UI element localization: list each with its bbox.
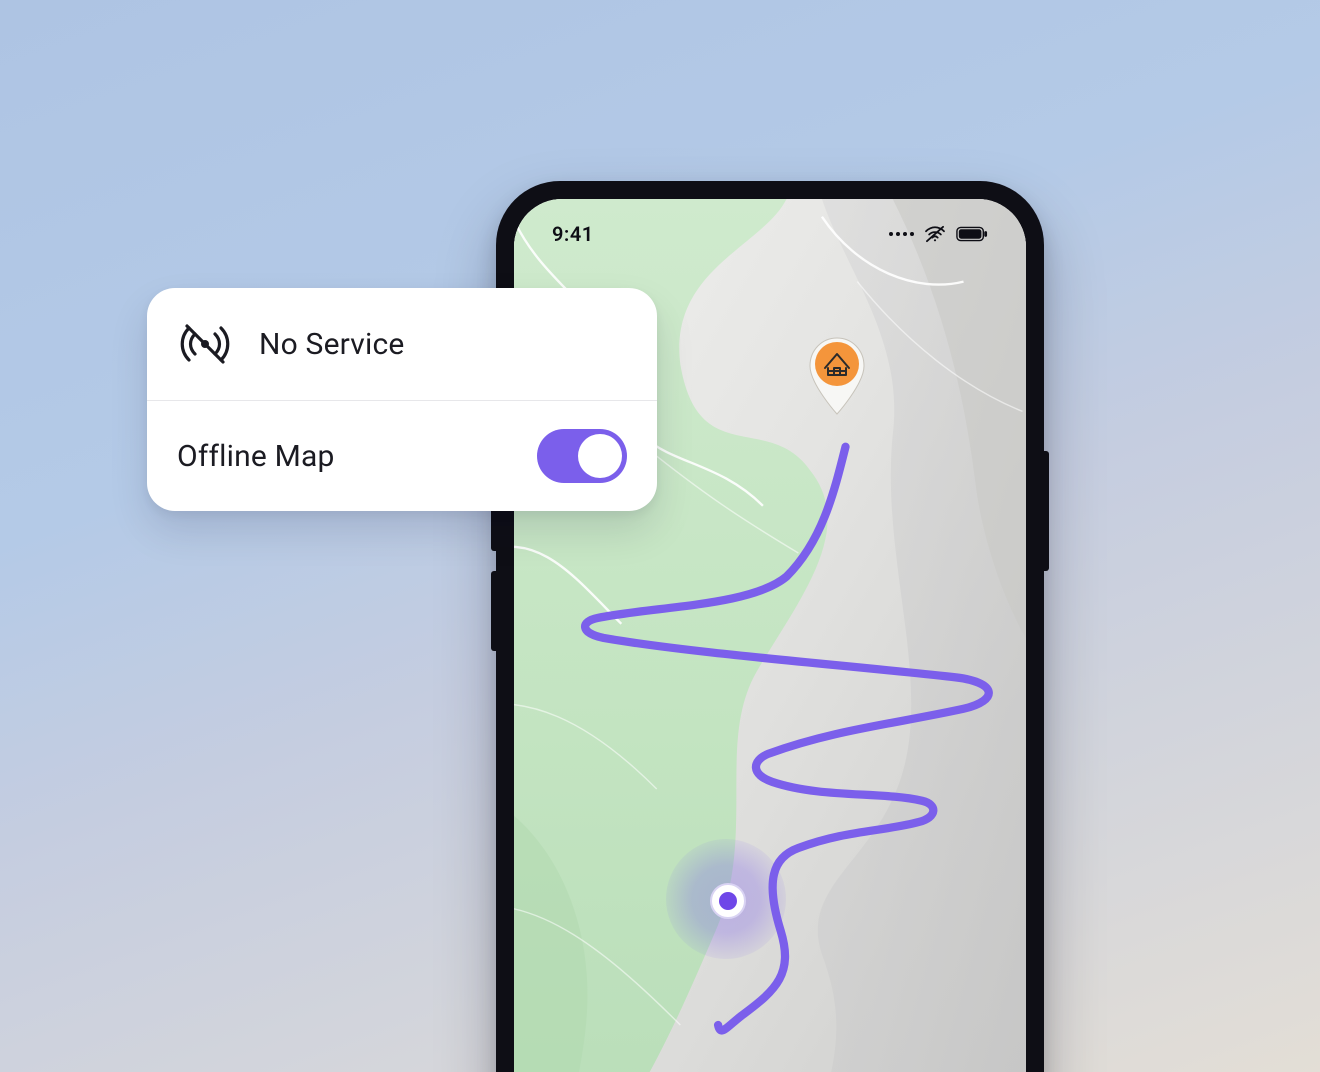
toggle-knob [578,434,622,478]
cellular-signal-icon [889,232,914,236]
destination-pin[interactable] [804,334,870,416]
status-bar: 9:41 [514,199,1026,269]
no-service-label: No Service [259,327,627,362]
connectivity-card: No Service Offline Map [147,288,657,511]
no-signal-icon [177,316,233,372]
wifi-off-icon [924,225,946,243]
status-right [889,225,988,243]
battery-icon [956,226,988,242]
current-location-dot[interactable] [710,883,746,919]
power-button [1043,451,1049,571]
offline-map-row: Offline Map [147,400,657,511]
volume-down-button [491,571,497,651]
offline-map-toggle[interactable] [537,429,627,483]
offline-map-label: Offline Map [177,439,511,474]
status-time: 9:41 [552,222,594,246]
no-service-row: No Service [147,288,657,400]
